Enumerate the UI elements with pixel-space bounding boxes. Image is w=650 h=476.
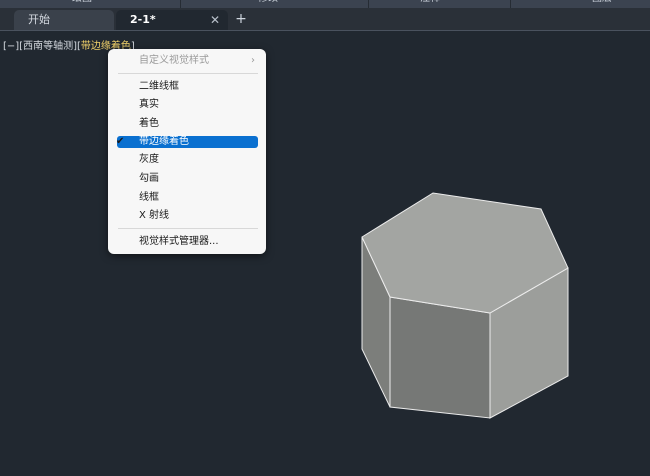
menu-item-shaded-with-edges[interactable]: ✔ 带边缘着色 — [108, 136, 266, 152]
menu-item-sketchy[interactable]: 勾画 — [108, 171, 266, 187]
menu-item-label: 灰度 — [139, 154, 159, 165]
menu-item-label: 自定义视觉样式 — [139, 55, 209, 66]
menu-item-xray[interactable]: X 射线 — [108, 208, 266, 224]
menu-item-wireframe[interactable]: 线框 — [108, 190, 266, 206]
menu-separator — [118, 73, 258, 74]
menu-item-label: 视觉样式管理器... — [139, 236, 219, 247]
menu-item-shaded[interactable]: 着色 — [108, 116, 266, 132]
chevron-right-icon: › — [251, 55, 255, 66]
menu-item-realistic[interactable]: 真实 — [108, 97, 266, 113]
menu-item-grayscale[interactable]: 灰度 — [108, 152, 266, 168]
checkmark-icon: ✔ — [116, 136, 125, 147]
hexagonal-prism — [361, 192, 569, 419]
menu-item-label: 勾画 — [139, 173, 159, 184]
menu-item-label: X 射线 — [139, 210, 170, 221]
visual-style-menu: 自定义视觉样式 › 二维线框 真实 着色 ✔ 带边缘着色 灰度 勾画 线框 X … — [108, 49, 266, 254]
menu-item-custom-styles[interactable]: 自定义视觉样式 › — [108, 53, 266, 69]
menu-item-2d-wireframe[interactable]: 二维线框 — [108, 79, 266, 95]
menu-item-label: 二维线框 — [139, 81, 179, 92]
menu-item-visual-styles-manager[interactable]: 视觉样式管理器... — [108, 234, 266, 250]
menu-item-label: 带边缘着色 — [139, 136, 189, 147]
menu-separator — [118, 228, 258, 229]
prism-front-face — [389, 296, 491, 419]
menu-item-label: 真实 — [139, 99, 159, 110]
menu-item-label: 着色 — [139, 118, 159, 129]
menu-item-label: 线框 — [139, 192, 159, 203]
